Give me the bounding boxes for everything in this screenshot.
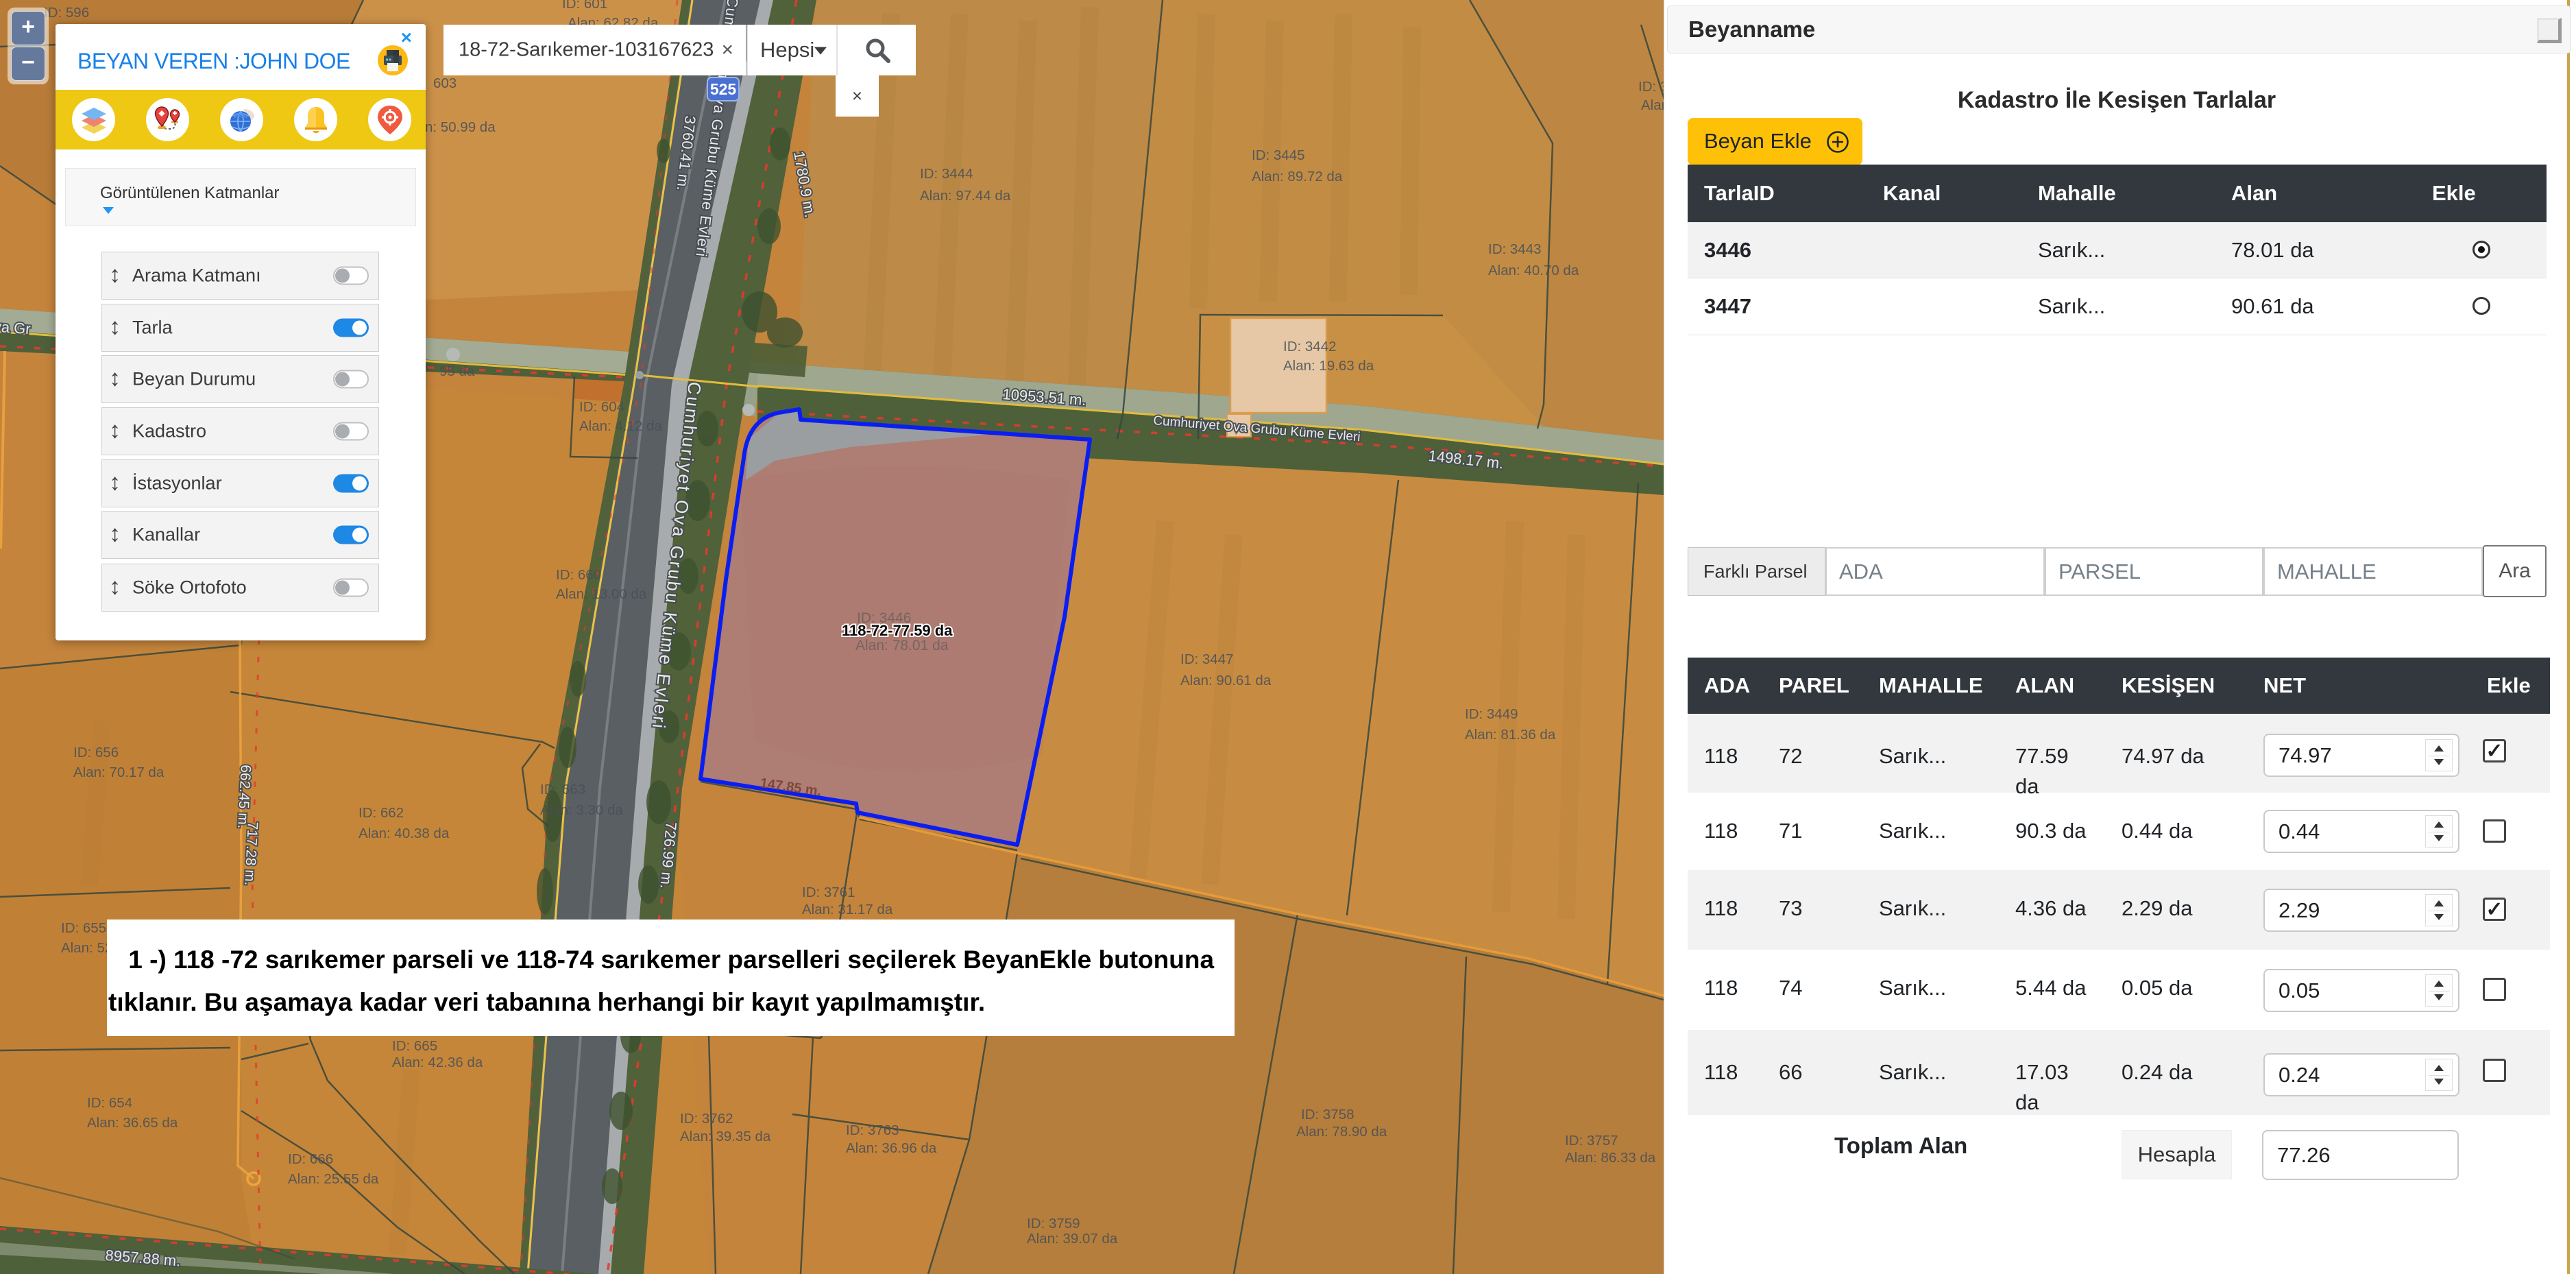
svg-text:Alan: 3.30 da: Alan: 3.30 da bbox=[540, 802, 623, 818]
svg-text:Alan: 90.61 da: Alan: 90.61 da bbox=[1180, 673, 1272, 688]
svg-text:95 da: 95 da bbox=[439, 363, 475, 379]
svg-text:ID: 3442: ID: 3442 bbox=[1283, 339, 1337, 354]
svg-text:Alan: 81.36 da: Alan: 81.36 da bbox=[1465, 727, 1556, 743]
svg-text:Alan: 13.00 da: Alan: 13.00 da bbox=[556, 586, 647, 602]
svg-text:717.28 m.: 717.28 m. bbox=[241, 821, 260, 886]
svg-text:Alan: 40.70 da: Alan: 40.70 da bbox=[1488, 263, 1579, 278]
svg-text:ID: 662: ID: 662 bbox=[359, 805, 404, 821]
svg-text:ID: 3443: ID: 3443 bbox=[1488, 241, 1542, 257]
svg-text:ID: 3762: ID: 3762 bbox=[680, 1111, 733, 1127]
svg-text:118-72-77.59 da: 118-72-77.59 da bbox=[842, 622, 953, 639]
svg-text:Alan: 36.65 da: Alan: 36.65 da bbox=[87, 1115, 178, 1131]
svg-text:ID: 604: ID: 604 bbox=[579, 399, 624, 415]
svg-text:Alan: 25.55 da: Alan: 25.55 da bbox=[288, 1171, 379, 1187]
svg-text:Alan: 39.07 da: Alan: 39.07 da bbox=[1027, 1231, 1118, 1247]
svg-text:Alan: 36.96 da: Alan: 36.96 da bbox=[846, 1140, 937, 1156]
svg-text:ID: 3761: ID: 3761 bbox=[802, 885, 855, 900]
svg-text:Alan: 19.63 da: Alan: 19.63 da bbox=[1283, 358, 1374, 374]
svg-text:603: 603 bbox=[433, 75, 457, 91]
svg-text:Alan: 86.33 da: Alan: 86.33 da bbox=[1565, 1150, 1656, 1166]
svg-text:ID: 596: ID: 596 bbox=[44, 5, 89, 21]
svg-text:ID: 3445: ID: 3445 bbox=[1252, 147, 1305, 163]
svg-text:Alan: 78.01 da: Alan: 78.01 da bbox=[855, 638, 949, 653]
svg-text:n: 50.99 da: n: 50.99 da bbox=[425, 119, 496, 135]
svg-text:ID: 3759: ID: 3759 bbox=[1027, 1216, 1080, 1231]
svg-text:ID: 663: ID: 663 bbox=[540, 782, 585, 797]
svg-text:Alan: 52: Alan: 52 bbox=[61, 940, 112, 956]
svg-text:Alan:: Alan: bbox=[1641, 97, 1664, 113]
svg-text:ID: 660: ID: 660 bbox=[556, 567, 601, 583]
svg-text:ID: 3763: ID: 3763 bbox=[846, 1122, 899, 1138]
svg-text:Alan: 40.38 da: Alan: 40.38 da bbox=[359, 826, 450, 841]
svg-text:Alan: 42.36 da: Alan: 42.36 da bbox=[392, 1055, 483, 1070]
svg-text:ID: 3447: ID: 3447 bbox=[1180, 651, 1234, 667]
svg-text:Alan: 39.35 da: Alan: 39.35 da bbox=[680, 1129, 771, 1144]
svg-text:ID: 655: ID: 655 bbox=[61, 920, 106, 936]
svg-text:Alan: 97.44 da: Alan: 97.44 da bbox=[920, 188, 1011, 204]
svg-text:ID: 34: ID: 34 bbox=[1638, 79, 1664, 95]
svg-text:Alan: 89.72 da: Alan: 89.72 da bbox=[1252, 169, 1343, 184]
svg-text:ID: 666: ID: 666 bbox=[288, 1151, 333, 1167]
svg-text:662.45 m.: 662.45 m. bbox=[234, 765, 254, 829]
svg-text:ID: 3444: ID: 3444 bbox=[920, 166, 973, 182]
svg-text:ID: 3449: ID: 3449 bbox=[1465, 706, 1518, 722]
svg-text:Alan: 31.17 da: Alan: 31.17 da bbox=[802, 902, 893, 917]
svg-text:525: 525 bbox=[710, 80, 737, 98]
svg-text:ID: 654: ID: 654 bbox=[87, 1095, 132, 1111]
svg-text:ID: 665: ID: 665 bbox=[392, 1038, 437, 1054]
svg-text:ID: 656: ID: 656 bbox=[73, 745, 119, 760]
svg-text:Alan: 70.17 da: Alan: 70.17 da bbox=[73, 765, 165, 780]
svg-text:Alan: 78.90 da: Alan: 78.90 da bbox=[1296, 1124, 1387, 1140]
svg-text:Alan: 4.12 da: Alan: 4.12 da bbox=[579, 418, 662, 434]
svg-text:ID: 601: ID: 601 bbox=[562, 0, 607, 12]
svg-text:ID: 3758: ID: 3758 bbox=[1301, 1107, 1354, 1122]
svg-text:ID: 3757: ID: 3757 bbox=[1565, 1133, 1618, 1149]
